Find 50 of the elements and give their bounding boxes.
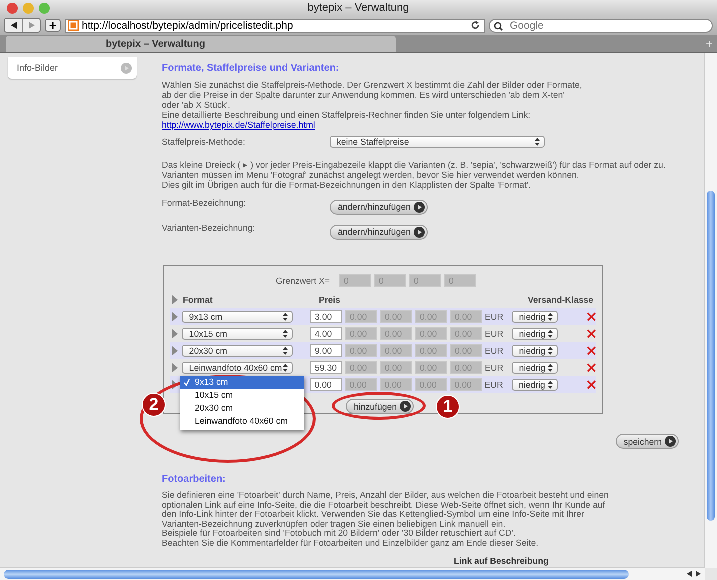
currency-label: EUR (485, 346, 505, 356)
currency-label: EUR (485, 328, 505, 338)
browser-tab[interactable]: bytepix – Verwaltung (6, 36, 396, 52)
intro-paragraph: Wählen Sie zunächst die Staffelpreis-Methode. Der Grenzwert X bestimmt die Zahl der Bilder oder Formate, ab der die Preise in der Spalte darunter zur Anwendung kommen. Es wird unterschieden 'ab dem X-ten' oder 'ab X Stück'. Eine detaillierte Beschreibung und einen Staffelpreis-Rechner finden Sie unter folgendem Link: (162, 80, 584, 120)
staffelpreise-link[interactable]: http://www.bytepix.de/Staffelpreise.html (162, 120, 316, 130)
address-field[interactable]: http://localhost/bytepix/admin/pricelistedit.php (65, 18, 485, 32)
threshold-label: Grenzwert X= (274, 276, 331, 286)
format-select[interactable]: 10x15 cm (182, 328, 293, 340)
sidebar-item[interactable]: Info-Bilder (8, 57, 137, 79)
shipping-select[interactable]: niedrig (512, 378, 558, 390)
price-field[interactable]: 4.00 (310, 327, 342, 340)
menu-item[interactable]: 9x13 cm (180, 376, 304, 389)
format-select[interactable]: Leinwandfoto 40x60 cm (182, 362, 293, 374)
column-header: Format (183, 294, 214, 304)
save-button[interactable]: speichern (616, 434, 679, 449)
shipping-select[interactable]: niedrig (512, 362, 558, 374)
change-add-button[interactable]: ändern/hinzufügen (330, 200, 428, 214)
menu-item[interactable]: Leinwandfoto 40x60 cm (180, 415, 304, 428)
format-select[interactable]: 20x30 cm (182, 344, 293, 356)
setting-label: Varianten-Bezeichnung: (162, 223, 256, 233)
window-title: bytepix – Verwaltung (308, 2, 410, 14)
annotation-number: 2 (142, 393, 166, 417)
menu-item[interactable]: 10x15 cm (180, 389, 304, 402)
column-header: Link auf Beschreibung (454, 556, 550, 566)
add-button[interactable]: hinzufügen (346, 399, 414, 414)
search-field[interactable]: Google (489, 18, 713, 32)
price-field[interactable]: 9.00 (310, 344, 342, 357)
shipping-select[interactable]: niedrig (512, 328, 558, 340)
shipping-select[interactable]: niedrig (512, 310, 558, 322)
menu-item[interactable]: 20x30 cm (180, 402, 304, 415)
annotation-number: 1 (436, 395, 460, 419)
currency-label: EUR (484, 380, 504, 390)
add-bookmark-button[interactable]: + (45, 19, 61, 32)
currency-label: EUR (485, 312, 505, 322)
setting-label: Format-Bezeichnung: (162, 198, 248, 208)
price-field[interactable]: 0.00 (310, 378, 342, 391)
change-add-button[interactable]: ändern/hinzufügen (330, 224, 428, 240)
price-field[interactable]: 3.00 (310, 310, 342, 323)
section-heading: Formate, Staffelpreise und Varianten: (162, 64, 340, 74)
method-label: Staffelpreis-Methode: (162, 137, 246, 147)
currency-label: EUR (485, 362, 505, 372)
section-heading: Fotoarbeiten: (162, 475, 227, 485)
method-select[interactable]: keine Staffelpreise (330, 136, 545, 148)
photo-works-paragraph: Sie definieren eine 'Fotoarbeit' durch Name, Preis, Anzahl der Bilder, aus welchen die Fotoarbeit besteht und einen optionalen Link auf eine Info-Seite, die die Fotoarbeit beschreibt. Diese Web-Seite öffnet sich, wenn Ihr Kunde auf den Info-Link hinter der Fotoarbeit klickt. Verwenden Sie das Kettenglied-Symbol um eine Info-Seite mit Ihrer Varianten-Bezeichnung zuverknüpfen oder tragen Sie einen beliebigen Link manuell ein. Beispiele für Fotoarbeiten sind 'Fotobuch mit 20 Bildern' oder '30 Bilder retuschiert auf CD'. Beachten Sie die Kommentarfelder für Fotoarbeiten und Einzelbilder ganz am Ende dieser Seite. (162, 491, 610, 549)
column-header: Preis (319, 294, 342, 304)
price-field[interactable]: 59.30 (310, 361, 342, 374)
column-header: Versand-Klasse (528, 294, 594, 304)
format-select[interactable]: 9x13 cm (182, 310, 293, 322)
info-paragraph: Das kleine Dreieck ( ▸ ) vor jeder Preis-Eingabezeile klappt die Varianten (z. B. 'sepia', 'schwarzweiß') für das Format auf oder zu. Varianten müssen im Menu 'Fotograf' zunächst angelegt werden, bevor Sie hier verwendet werden können. Dies gilt im Übrigen auch für die Format-Bezeichnungen in den Klapplisten der Spalte 'Format'. (162, 160, 667, 190)
shipping-select[interactable]: niedrig (512, 344, 558, 356)
